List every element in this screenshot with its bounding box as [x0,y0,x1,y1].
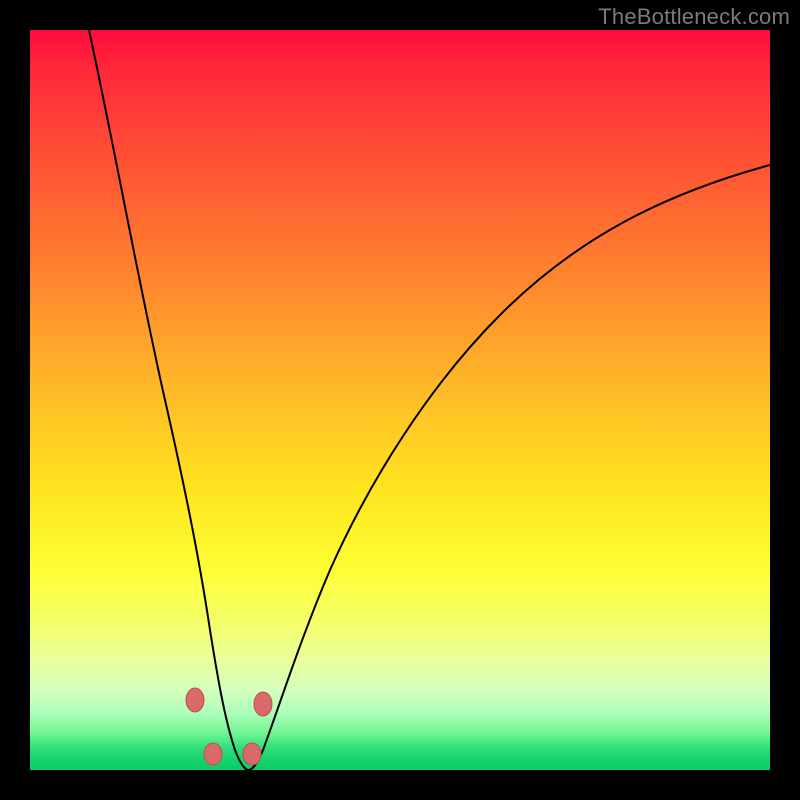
chart-frame: TheBottleneck.com [0,0,800,800]
marker-bead-lower-right [243,743,261,765]
plot-area [30,30,770,770]
watermark-text: TheBottleneck.com [598,4,790,30]
marker-bead-upper-right [254,692,272,716]
marker-bead-lower-left [204,743,222,765]
curve-left-branch [89,30,248,770]
curve-svg [30,30,770,770]
marker-bead-upper-left [186,688,204,712]
curve-right-branch [248,165,770,770]
